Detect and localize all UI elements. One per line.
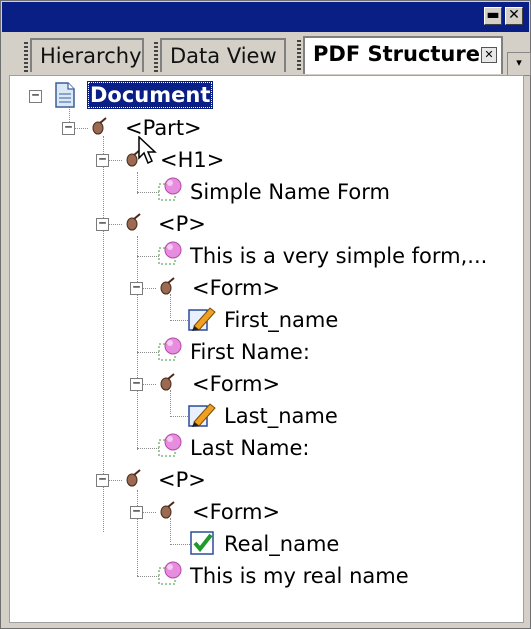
tree-node-label: <H1> <box>160 148 225 172</box>
tree-node-label: Real_name <box>224 532 340 556</box>
structure-tree: − Document − <Part> − <H1> Simple Name F… <box>10 76 523 622</box>
close-button[interactable]: ✕ <box>505 7 523 25</box>
tag-icon <box>160 501 175 519</box>
structure-tree-pane[interactable]: − Document − <Part> − <H1> Simple Name F… <box>9 75 524 623</box>
tree-node-label: <P> <box>158 212 206 236</box>
text-content-icon <box>158 241 182 265</box>
tab-label: PDF Structure <box>313 42 480 66</box>
collapse-toggle[interactable]: − <box>29 89 42 103</box>
tree-node-label: This is my real name <box>190 564 409 588</box>
tree-node-label: <Form> <box>192 500 281 524</box>
tab-pdf-structure[interactable]: PDF Structure ✕ <box>297 36 503 74</box>
tree-node-label: <P> <box>158 468 206 492</box>
tree-node-label: <Form> <box>192 276 281 300</box>
collapse-toggle[interactable]: − <box>130 281 143 295</box>
collapse-toggle[interactable]: − <box>96 153 109 167</box>
chevron-down-icon: ▾ <box>516 56 522 69</box>
tree-node-label: First_name <box>224 308 339 332</box>
tree-node-label: This is a very simple form,... <box>190 244 488 268</box>
tag-icon <box>126 469 141 487</box>
tag-icon <box>92 117 107 135</box>
collapse-toggle[interactable]: − <box>130 377 143 391</box>
close-icon: ✕ <box>508 7 520 23</box>
tree-node-label: First Name: <box>190 340 310 364</box>
tree-node-label: <Part> <box>125 116 202 140</box>
pencil-field-icon <box>188 403 216 427</box>
panel-menu-button[interactable]: ▾ <box>507 52 531 76</box>
tag-icon <box>160 373 175 391</box>
document-icon <box>55 82 75 108</box>
tab-hierarchy[interactable]: Hierarchy <box>24 38 144 72</box>
tree-node-label: Document <box>87 81 214 109</box>
text-content-icon <box>158 433 182 457</box>
panel-title-bar: ▬ ✕ <box>2 2 529 32</box>
pencil-field-icon <box>188 307 216 331</box>
tree-node-label: <Form> <box>192 372 281 396</box>
mouse-cursor-icon <box>138 136 157 165</box>
tree-node-label: Last_name <box>224 404 338 428</box>
tab-label: Hierarchy <box>40 44 142 68</box>
collapse-toggle[interactable]: − <box>96 473 109 487</box>
collapse-toggle[interactable]: − <box>96 217 109 231</box>
text-content-icon <box>158 561 182 585</box>
text-content-icon <box>158 337 182 361</box>
pdf-structure-panel: ▬ ✕ Hierarchy Data View PDF Structure ✕ … <box>0 0 531 629</box>
minimize-icon: ▬ <box>486 7 500 23</box>
tag-icon <box>126 213 141 231</box>
tab-strip: Hierarchy Data View PDF Structure ✕ ▾ <box>2 32 531 76</box>
collapse-toggle[interactable]: − <box>62 121 75 135</box>
tag-icon <box>160 277 175 295</box>
tree-node-label: Last Name: <box>190 436 310 460</box>
tab-data-view[interactable]: Data View <box>154 38 286 72</box>
checkbox-field-icon <box>190 531 214 555</box>
collapse-toggle[interactable]: − <box>130 505 143 519</box>
tab-label: Data View <box>170 44 277 68</box>
minimize-button[interactable]: ▬ <box>484 7 502 25</box>
text-content-icon <box>158 177 182 201</box>
close-icon[interactable]: ✕ <box>481 47 497 63</box>
tree-node-label: Simple Name Form <box>190 180 390 204</box>
